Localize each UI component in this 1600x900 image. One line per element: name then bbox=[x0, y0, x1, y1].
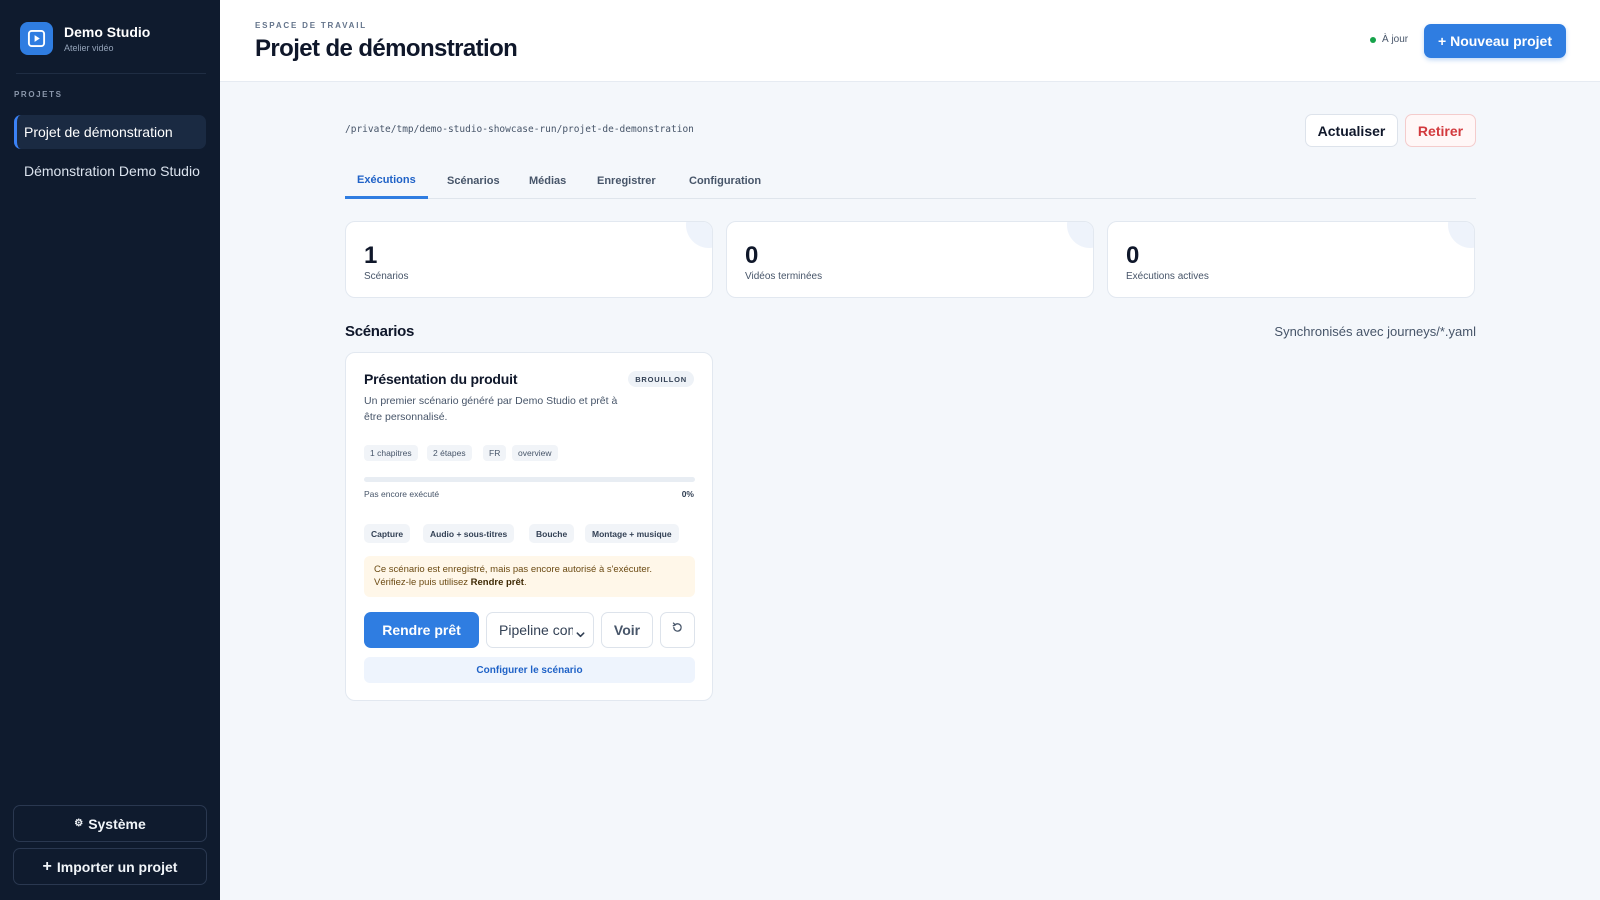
tab-medias[interactable]: Médias bbox=[517, 163, 578, 199]
stat-decoration bbox=[1067, 222, 1093, 248]
stat-label: Exécutions actives bbox=[1126, 271, 1209, 282]
sidebar: Demo Studio Atelier vidéo PROJETS Projet… bbox=[0, 0, 220, 900]
chip-chapters: 1 chapitres bbox=[364, 445, 418, 461]
stage-audio: Audio + sous-titres bbox=[423, 524, 515, 543]
reset-button[interactable] bbox=[660, 612, 695, 648]
configure-scenario-button[interactable]: Configurer le scénario bbox=[364, 657, 695, 683]
progress-bar bbox=[364, 477, 695, 482]
top-header: ESPACE DE TRAVAIL Projet de démonstratio… bbox=[220, 0, 1600, 82]
chip-steps: 2 étapes bbox=[427, 445, 472, 461]
status-dot-icon bbox=[1370, 36, 1376, 43]
project-tabs: Exécutions Scénarios Médias Enregistrer … bbox=[345, 163, 1476, 199]
tab-executions[interactable]: Exécutions bbox=[345, 163, 428, 199]
tab-configuration[interactable]: Configuration bbox=[677, 163, 773, 199]
import-project-label: Importer un projet bbox=[56, 858, 178, 875]
system-button[interactable]: ⚙ Système bbox=[13, 805, 207, 842]
stage-capture: Capture bbox=[364, 524, 411, 543]
chip-tag: overview bbox=[512, 445, 558, 461]
make-ready-button[interactable]: Rendre prêt bbox=[364, 612, 479, 648]
stat-decoration bbox=[686, 222, 712, 248]
tab-scenarios[interactable]: Scénarios bbox=[435, 163, 512, 199]
warning-end: . bbox=[523, 577, 527, 588]
stage-montage: Montage + musique bbox=[585, 524, 679, 543]
project-path: /private/tmp/demo-studio-showcase-run/pr… bbox=[345, 124, 694, 135]
sidebar-item-demonstration-demo-studio[interactable]: Démonstration Demo Studio bbox=[14, 154, 206, 188]
page-title: Projet de démonstration bbox=[255, 35, 518, 62]
scenario-description: Un premier scénario généré par Demo Stud… bbox=[364, 395, 618, 423]
import-project-button[interactable]: + Importer un projet bbox=[13, 848, 207, 885]
sync-status-text: À jour bbox=[1382, 34, 1409, 45]
sidebar-item-label: Démonstration Demo Studio bbox=[24, 163, 200, 179]
status-badge: BROUILLON bbox=[628, 371, 694, 387]
stat-label: Vidéos terminées bbox=[745, 271, 823, 282]
progress-percent: 0% bbox=[681, 489, 694, 499]
stat-value: 1 bbox=[364, 242, 378, 269]
sidebar-divider bbox=[16, 73, 206, 74]
retire-button[interactable]: Retirer bbox=[1405, 114, 1476, 147]
pipeline-select-value: Pipeline com bbox=[499, 622, 573, 638]
progress-label: Pas encore exécuté bbox=[364, 489, 440, 499]
brand-name: Demo Studio bbox=[64, 24, 151, 40]
stat-label: Scénarios bbox=[364, 271, 409, 282]
sidebar-section-label: PROJETS bbox=[14, 90, 63, 99]
brand[interactable]: Demo Studio Atelier vidéo bbox=[20, 22, 150, 55]
section-note: Synchronisés avec journeys/*.yaml bbox=[1274, 324, 1476, 339]
new-project-button[interactable]: + Nouveau projet bbox=[1424, 24, 1566, 58]
scenario-title: Présentation du produit bbox=[364, 371, 518, 387]
view-button[interactable]: Voir bbox=[601, 612, 653, 648]
chevron-down-icon bbox=[576, 626, 585, 642]
play-logo-icon bbox=[20, 22, 53, 55]
stat-card-scenarios: 1 Scénarios bbox=[345, 221, 713, 298]
brand-subtitle: Atelier vidéo bbox=[64, 43, 114, 53]
tab-enregistrer[interactable]: Enregistrer bbox=[585, 163, 668, 199]
warning-notice: Ce scénario est enregistré, mais pas enc… bbox=[364, 556, 695, 597]
stat-card-executions: 0 Exécutions actives bbox=[1107, 221, 1475, 298]
rotate-ccw-icon bbox=[671, 621, 684, 639]
stage-bouche: Bouche bbox=[529, 524, 575, 543]
stat-card-videos: 0 Vidéos terminées bbox=[726, 221, 1094, 298]
sidebar-item-label: Projet de démonstration bbox=[24, 124, 173, 140]
warning-bold: Rendre prêt bbox=[470, 577, 524, 588]
pipeline-select[interactable]: Pipeline com bbox=[486, 612, 594, 648]
stat-decoration bbox=[1448, 222, 1474, 248]
stat-value: 0 bbox=[1126, 242, 1140, 269]
stat-value: 0 bbox=[745, 242, 759, 269]
scenario-card: Présentation du produit BROUILLON Un pre… bbox=[345, 352, 713, 701]
refresh-button[interactable]: Actualiser bbox=[1305, 114, 1398, 147]
section-title: Scénarios bbox=[345, 323, 415, 340]
gear-icon: ⚙ bbox=[74, 818, 84, 829]
system-button-label: Système bbox=[88, 815, 146, 832]
sync-status: À jour bbox=[1370, 34, 1408, 45]
chip-language: FR bbox=[483, 445, 507, 461]
sidebar-item-projet-de-demonstration[interactable]: Projet de démonstration bbox=[14, 115, 206, 149]
plus-icon: + bbox=[42, 857, 52, 875]
workspace-eyebrow: ESPACE DE TRAVAIL bbox=[255, 21, 367, 30]
